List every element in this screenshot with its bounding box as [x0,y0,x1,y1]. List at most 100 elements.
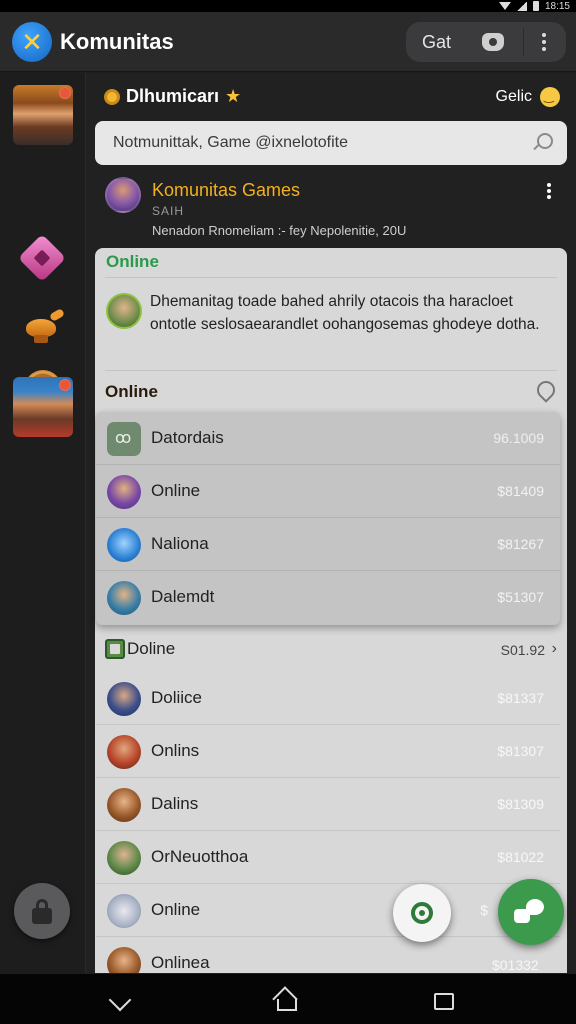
online-header: Online [106,252,159,271]
list-item[interactable]: Datordais 96.1009 [96,412,560,465]
section-header-action[interactable]: Gelic [496,87,560,107]
system-nav-bar [0,974,576,1024]
avatar [107,947,141,973]
left-rail [0,73,86,973]
back-chevron-icon[interactable] [108,988,132,1012]
list-item-value: 96.1009 [493,430,544,446]
gear-icon [411,902,433,924]
divider [105,370,557,371]
list-item-value: $81022 [497,849,544,865]
gamepad-icon[interactable] [482,33,504,51]
compose-fab[interactable] [498,879,564,945]
list-item-value: $81307 [497,743,544,759]
list-item[interactable]: Onlinea [96,937,560,973]
online-panel: Online Dhemanitag toade bahed ahrily ota… [95,248,567,973]
list-item-label: Naliona [151,534,209,553]
appbar-actions: Gat [406,22,566,62]
list-item-value: $51307 [497,589,544,605]
avatar [107,894,141,928]
list-item[interactable]: OrNeuotthoa $81022 [96,831,560,884]
app-logo-icon[interactable]: ✕ [12,22,52,62]
list-item-label: Dalemdt [151,587,215,606]
message-avatar [106,293,142,329]
list-item-value: $81267 [497,536,544,552]
list-item-value: $81337 [497,690,544,706]
home-icon[interactable] [274,990,297,1011]
chat-bubble-icon[interactable] [533,377,559,403]
list-item[interactable]: Dalins $81309 [96,778,560,831]
list-item-value: $ [480,902,488,918]
list-item-label: Datordais [151,428,224,447]
game-card[interactable]: Komunitas Games SAIH Nenadon Rnomeliam :… [95,173,567,245]
divider [105,277,557,278]
section-title: Dlhumicarı [126,86,220,106]
message-text: Dhemanitag toade bahed ahrily otacois th… [150,293,540,333]
notification-badge [59,87,71,99]
search-input[interactable]: Notmunittak, Game @ixnelotofite [113,134,348,152]
rail-avatar-cowboy-2[interactable] [13,377,73,437]
recents-icon[interactable] [434,993,454,1010]
status-bar: 18:15 [0,0,576,12]
list-item-label: Onlins [151,741,200,760]
star-icon: ★ [225,86,242,106]
list-item-label: Onlinea [151,953,210,972]
subsection-value: S01.92 [500,642,545,658]
chevron-right-icon[interactable]: › [552,640,557,658]
app-screen: 18:15 ✕ Komunitas Gat Dlhumicarı ★ Gelic… [0,0,576,1024]
wifi-icon [498,2,511,10]
lamp-icon[interactable] [24,305,66,345]
fab-caption: Dellios [400,955,440,970]
avatar [107,475,141,509]
list-item[interactable]: Dalemdt $51307 [96,571,560,624]
game-title: Komunitas Games [152,180,301,200]
app-bar: ✕ Komunitas Gat [0,12,576,72]
emoji-icon [540,87,560,107]
main-panel: Dlhumicarı ★ Gelic Notmunittak, Game @ix… [86,73,576,973]
avatar [107,735,141,769]
lock-button[interactable] [14,883,70,939]
list-item-label: Doliice [151,688,203,707]
settings-fab[interactable] [393,884,451,942]
search-bar[interactable]: Notmunittak, Game @ixnelotofite [95,121,567,165]
list-item-label: Online [151,481,201,500]
game-description: Nenadon Rnomeliam :- fey Nepolenitie, 20… [152,223,407,238]
more-vert-icon[interactable] [547,183,551,199]
online-section-title: Online [105,382,158,401]
app-title: Komunitas [60,29,174,54]
rail-avatar-cowboy[interactable] [13,85,73,145]
list-item-label: OrNeuotthoa [151,847,249,866]
list-item-label: Online [151,900,201,919]
avatar [107,581,141,615]
more-vert-icon[interactable] [536,31,552,53]
search-icon[interactable] [537,133,553,149]
list-item-label: Dalins [151,794,199,813]
game-subtitle: SAIH [152,204,185,218]
divider [523,28,524,56]
avatar [107,682,141,716]
notification-badge [59,379,71,391]
gear-icon [104,88,120,105]
list-item-value: $81309 [497,796,544,812]
list-item[interactable]: Doliice $81337 [96,672,560,725]
battery-icon [532,1,539,11]
avatar [107,841,141,875]
list-item[interactable]: Onlins $81307 [96,725,560,778]
signal-icon [516,1,527,11]
online-group-list: Datordais 96.1009 Online $81409 Naliona … [96,412,560,625]
avatar [107,788,141,822]
list-item[interactable]: Online $ [96,884,560,937]
list-item-value: $01332 [492,957,539,973]
subsection-header[interactable]: Doline [105,639,175,659]
section-header: Dlhumicarı ★ [104,86,241,107]
folder-icon [105,639,125,659]
avatar [107,528,141,562]
list-item[interactable]: Naliona $81267 [96,518,560,571]
gem-icon[interactable] [17,233,67,283]
section-right-label: Gelic [495,88,532,105]
status-time: 18:15 [544,0,570,12]
avatar [107,422,141,456]
list-item[interactable]: Online $81409 [96,465,560,518]
chat-button[interactable]: Gat [422,32,451,53]
subsection-title: Doline [127,639,176,658]
list-item-value: $81409 [497,483,544,499]
